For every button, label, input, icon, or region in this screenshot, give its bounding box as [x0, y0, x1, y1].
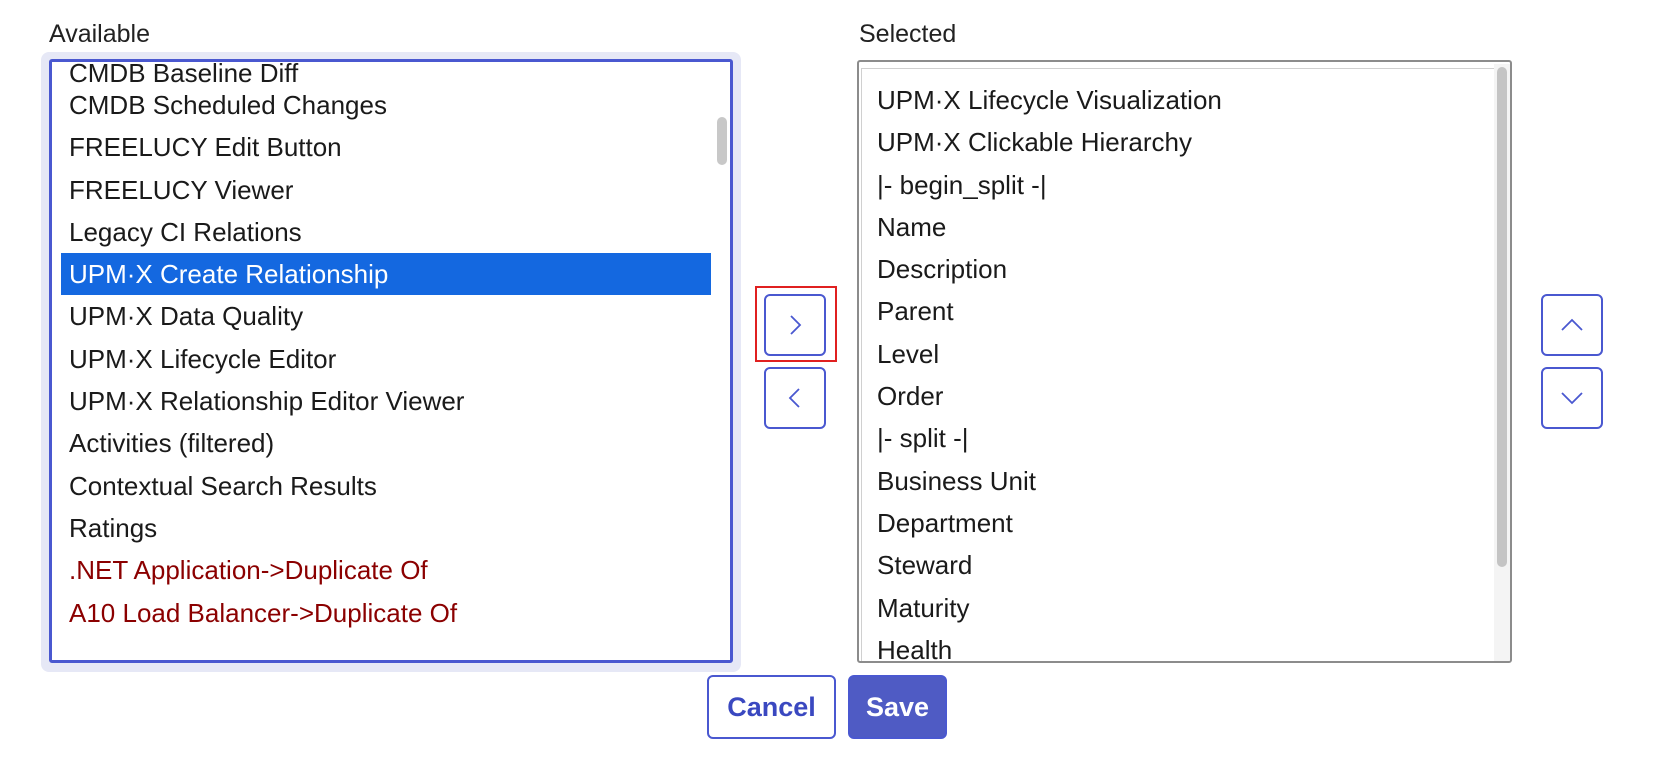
- available-item[interactable]: Legacy CI Relations: [61, 211, 711, 253]
- chevron-up-icon: [1561, 318, 1583, 331]
- chevron-right-icon: [790, 315, 802, 335]
- available-item[interactable]: Ratings: [61, 507, 711, 549]
- selected-list-viewport: UPM·X Lifecycle Visualization UPM·X Clic…: [861, 68, 1494, 661]
- selected-item[interactable]: Level: [877, 333, 1222, 375]
- available-label: Available: [49, 20, 151, 48]
- chevron-down-icon: [1561, 392, 1583, 405]
- selected-item[interactable]: UPM·X Clickable Hierarchy: [877, 121, 1222, 163]
- available-item[interactable]: UPM·X Relationship Editor Viewer: [61, 380, 711, 422]
- move-up-button[interactable]: [1541, 294, 1603, 356]
- remove-button[interactable]: [764, 367, 826, 429]
- chevron-left-icon: [788, 388, 800, 408]
- selected-item[interactable]: Steward: [877, 544, 1222, 586]
- save-button[interactable]: Save: [848, 675, 947, 739]
- available-item[interactable]: UPM·X Data Quality: [61, 295, 711, 337]
- available-item-relationship[interactable]: A10 Load Balancer->Duplicate Of: [61, 592, 711, 634]
- selected-label: Selected: [859, 20, 957, 48]
- add-button[interactable]: [764, 294, 826, 356]
- selected-item[interactable]: Name: [877, 206, 1222, 248]
- available-item[interactable]: CMDB Baseline Diff: [61, 62, 711, 84]
- selected-item[interactable]: Parent: [877, 290, 1222, 332]
- available-scrollbar-thumb[interactable]: [717, 117, 727, 165]
- selected-scrollbar-track[interactable]: [1494, 64, 1510, 661]
- selected-item[interactable]: Order: [877, 375, 1222, 417]
- available-item[interactable]: Contextual Search Results: [61, 465, 711, 507]
- available-item[interactable]: UPM·X Lifecycle Editor: [61, 338, 711, 380]
- selected-item[interactable]: Health: [877, 629, 1222, 661]
- selected-item[interactable]: Description: [877, 248, 1222, 290]
- available-listbox[interactable]: CMDB Baseline Diff CMDB Scheduled Change…: [49, 59, 733, 663]
- available-item[interactable]: Activities (filtered): [61, 422, 711, 464]
- selected-item[interactable]: |- begin_split -|: [877, 164, 1222, 206]
- available-item-selected[interactable]: UPM·X Create Relationship: [61, 253, 711, 296]
- available-list[interactable]: CMDB Baseline Diff CMDB Scheduled Change…: [61, 62, 711, 634]
- selected-item[interactable]: Maturity: [877, 587, 1222, 629]
- selected-item[interactable]: UPM·X Lifecycle Visualization: [877, 79, 1222, 121]
- selected-item[interactable]: Business Unit: [877, 460, 1222, 502]
- available-item-relationship[interactable]: .NET Application->Duplicate Of: [61, 549, 711, 591]
- selected-list[interactable]: UPM·X Lifecycle Visualization UPM·X Clic…: [877, 79, 1222, 661]
- selected-item[interactable]: Department: [877, 502, 1222, 544]
- available-item[interactable]: FREELUCY Edit Button: [61, 126, 711, 168]
- available-item[interactable]: FREELUCY Viewer: [61, 169, 711, 211]
- selected-scrollbar-thumb[interactable]: [1497, 67, 1507, 567]
- move-down-button[interactable]: [1541, 367, 1603, 429]
- available-item[interactable]: CMDB Scheduled Changes: [61, 84, 711, 126]
- cancel-button[interactable]: Cancel: [707, 675, 836, 739]
- selected-listbox[interactable]: UPM·X Lifecycle Visualization UPM·X Clic…: [857, 60, 1512, 663]
- selected-item[interactable]: |- split -|: [877, 417, 1222, 459]
